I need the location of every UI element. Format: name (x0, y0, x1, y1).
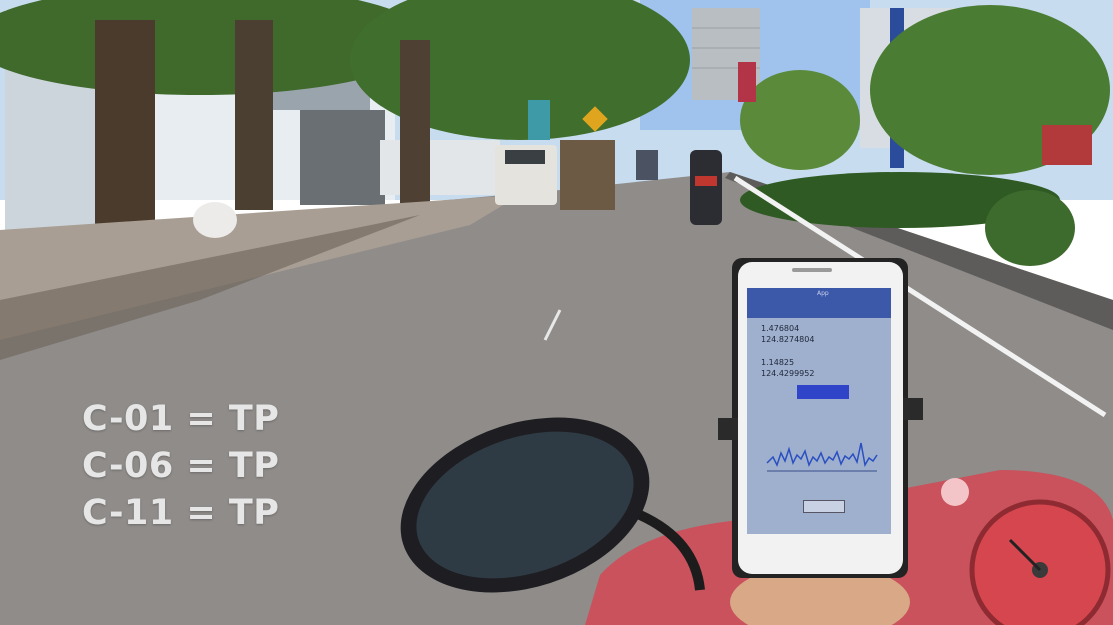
indicator-light (941, 478, 969, 506)
overlay-label-c01: C-01 = TP (82, 399, 280, 439)
tree-trunk-2 (235, 20, 273, 210)
tree-trunk-3 (400, 40, 430, 210)
street-scene: App 1.476804 124.8274804 1.14825 124.429… (0, 0, 1113, 625)
phone-text-line-2: 124.8274804 (761, 335, 815, 344)
distant-rider (636, 150, 658, 180)
bush (985, 190, 1075, 266)
parked-car (1042, 125, 1092, 165)
tree-mid (740, 70, 860, 170)
phone-app-button[interactable] (797, 385, 849, 399)
motorcycle-rider (690, 150, 722, 225)
billboard (738, 62, 756, 102)
white-wall (380, 140, 500, 195)
signboard (528, 100, 550, 140)
phone-text-line-4: 124.4299952 (761, 369, 815, 378)
classification-overlay: C-01 = TP C-06 = TP C-11 = TP (82, 396, 342, 537)
overlay-label-c06: C-06 = TP (82, 446, 280, 486)
becak-cart (560, 140, 615, 210)
phone-app-bar: App (747, 288, 891, 318)
phone-secondary-button[interactable] (803, 500, 845, 513)
phone-screen: App 1.476804 124.8274804 1.14825 124.429… (747, 288, 891, 534)
phone-signal-graph (766, 442, 878, 472)
phone-text-line-3: 1.14825 (761, 358, 795, 367)
overlay-label-c11: C-11 = TP (82, 493, 280, 533)
phone-text-line-1: 1.476804 (761, 324, 800, 333)
plastic-bag (193, 202, 237, 238)
gate (300, 110, 385, 205)
